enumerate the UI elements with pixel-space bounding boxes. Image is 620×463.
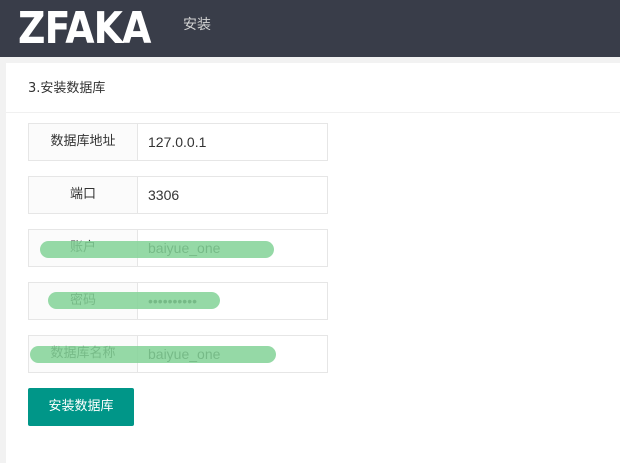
nav-item-install[interactable]: 安装 [183,0,211,57]
install-database-button[interactable]: 安装数据库 [28,388,134,426]
form-row-db-host: 数据库地址 [28,123,328,161]
form-row-db-user: 账户 [28,229,328,267]
db-name-label: 数据库名称 [29,336,138,372]
db-host-input[interactable] [138,124,328,160]
form-row-db-password: 密码 [28,282,328,320]
form-row-db-port: 端口 [28,176,328,214]
top-navbar: ZFAKA 安装 [0,0,620,57]
db-port-input[interactable] [138,177,328,213]
card-header: 3.安装数据库 [6,63,620,113]
db-name-input[interactable] [138,336,328,372]
db-user-input[interactable] [138,230,328,266]
form-row-db-name: 数据库名称 [28,335,328,373]
install-card: 3.安装数据库 数据库地址 端口 账户 密码 数据库名称 安装数据库 [6,63,620,463]
logo[interactable]: ZFAKA [18,2,151,55]
db-port-label: 端口 [29,177,138,213]
db-password-input[interactable] [138,283,328,319]
card-title: 3.安装数据库 [28,81,106,96]
db-user-label: 账户 [29,230,138,266]
db-password-label: 密码 [29,283,138,319]
db-host-label: 数据库地址 [29,124,138,160]
